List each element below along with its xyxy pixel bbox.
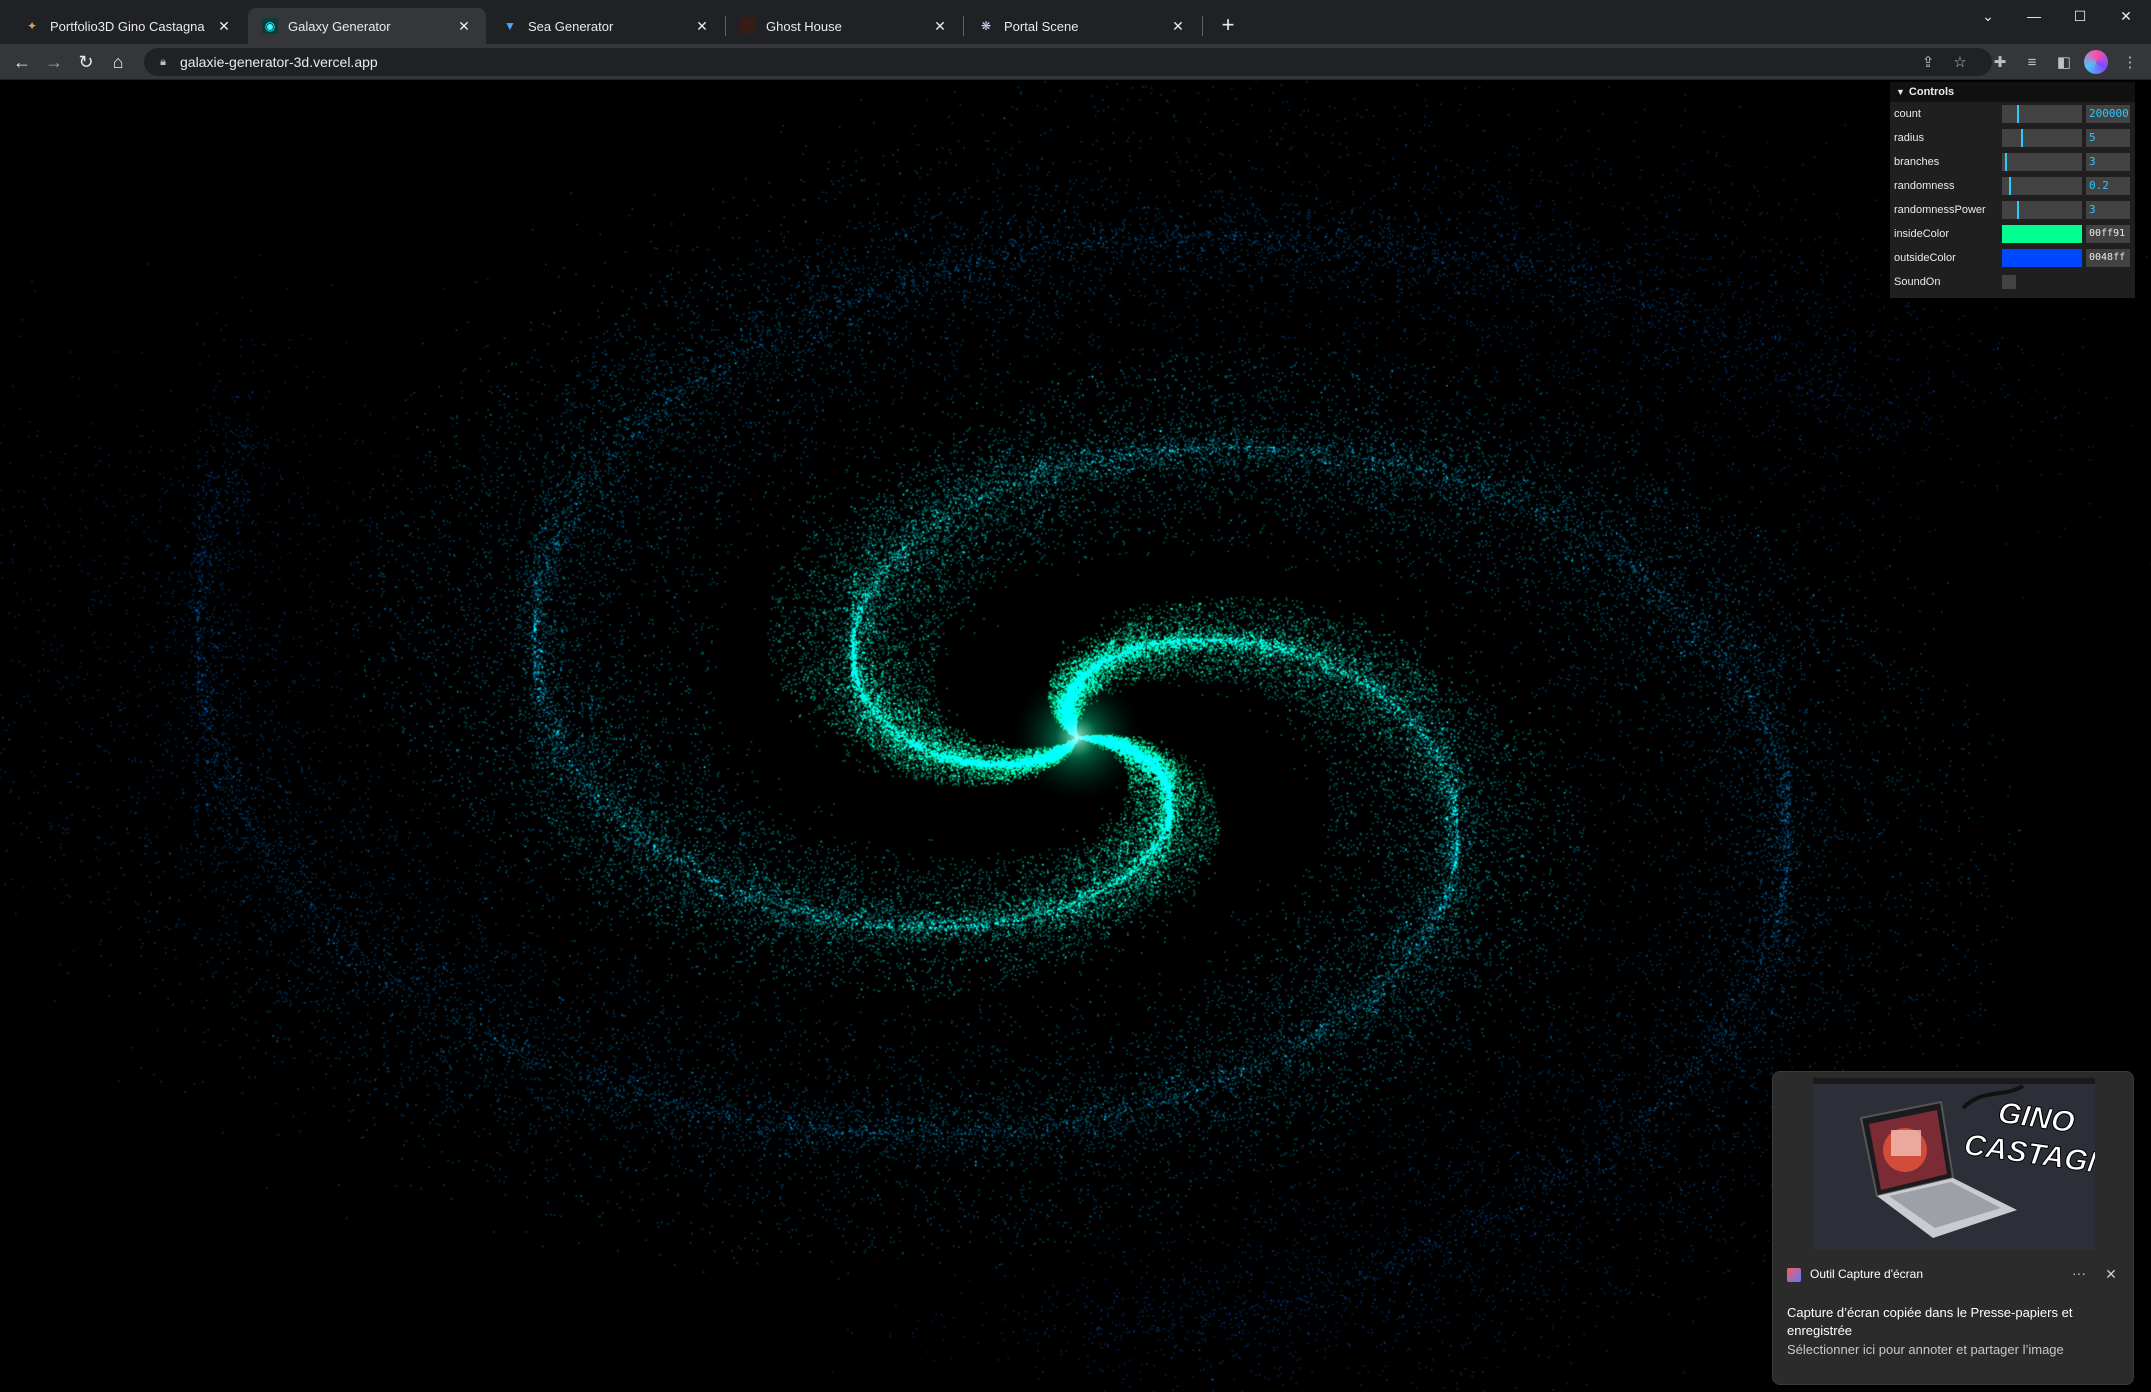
tab-ghost-house[interactable]: Ghost House ✕ [726,8,962,44]
control-randomness: randomness 0.2 [1890,174,2135,198]
tab-title: Portal Scene [1004,18,1079,34]
close-tab-icon[interactable]: ✕ [456,18,472,35]
control-label: count [1894,108,1921,120]
screenshot-preview-image[interactable]: GINO CASTAGNA [1813,1078,2095,1250]
control-label: insideColor [1894,228,1950,240]
share-icon[interactable]: ⇪ [1914,48,1942,76]
chevron-down-icon: ▼ [1896,87,1905,97]
sea-favicon-icon: ▼ [504,19,516,33]
address-bar[interactable]: 🔒︎ galaxie-generator-3d.vercel.app [144,48,1992,76]
tab-portfolio[interactable]: ✦ Portfolio3D Gino Castagna ✕ [10,8,246,44]
control-count: count 200000 [1890,102,2135,126]
control-label: SoundOn [1894,276,1941,288]
home-icon[interactable]: ⌂ [104,48,132,76]
toast-subtext: Sélectionner ici pour annoter et partage… [1787,1342,2064,1357]
randomness-power-input[interactable]: 3 [2086,201,2130,219]
radius-slider[interactable] [2002,129,2082,147]
screenshot-notification[interactable]: GINO CASTAGNA Outil Capture d'écran ··· … [1772,1071,2134,1385]
reload-icon[interactable]: ↻ [72,48,100,76]
browser-toolbar: ← → ↻ ⌂ 🔒︎ galaxie-generator-3d.vercel.a… [0,44,2151,80]
forward-arrow-icon[interactable]: → [40,48,68,76]
control-branches: branches 3 [1890,150,2135,174]
close-window-icon[interactable]: ✕ [2103,0,2149,32]
preview-thumbnail: GINO CASTAGNA [1813,1078,2095,1250]
tab-title: Ghost House [766,18,842,34]
controls-panel: ▼ Controls count 200000 radius 5 branche… [1890,82,2135,298]
minimize-icon[interactable]: — [2011,0,2057,32]
control-sound-on: SoundOn [1890,270,2135,294]
branches-input[interactable]: 3 [2086,153,2130,171]
close-tab-icon[interactable]: ✕ [1170,18,1186,35]
reading-list-icon[interactable]: ≡ [2018,48,2046,76]
control-randomness-power: randomnessPower 3 [1890,198,2135,222]
slider-thumb[interactable] [2017,201,2019,219]
tab-title: Portfolio3D Gino Castagna [50,18,205,34]
inside-color-hex-input[interactable]: 00ff91 [2086,225,2130,243]
outside-color-hex-input[interactable]: 0048ff [2086,249,2130,267]
control-outside-color: outsideColor 0048ff [1890,246,2135,270]
count-input[interactable]: 200000 [2086,105,2130,123]
controls-title: Controls [1908,86,1955,98]
snipping-tool-icon [1787,1268,1801,1282]
control-radius: radius 5 [1890,126,2135,150]
close-tab-icon[interactable]: ✕ [932,18,948,35]
galaxy-favicon-icon: ◉ [262,18,278,34]
menu-kebab-icon[interactable]: ⋮ [2116,48,2144,76]
ghost-house-favicon-icon [740,18,756,34]
tab-strip: ✦ Portfolio3D Gino Castagna ✕ ◉ Galaxy G… [0,0,2151,44]
lock-icon[interactable]: 🔒︎ [156,55,170,69]
side-panel-icon[interactable]: ◧ [2050,48,2078,76]
panel-padding [1890,294,2135,298]
slider-thumb[interactable] [2021,129,2023,147]
extensions-puzzle-icon[interactable]: ✚ [1986,48,2014,76]
maximize-icon[interactable]: ☐ [2057,0,2103,32]
toast-message: Capture d’écran copiée dans le Presse-pa… [1787,1305,2073,1338]
controls-title-bar[interactable]: ▼ Controls [1890,82,2135,102]
branches-slider[interactable] [2002,153,2082,171]
sound-on-checkbox[interactable] [2002,275,2016,289]
tab-search-chevron-icon[interactable]: ⌄ [1965,0,2011,32]
count-slider[interactable] [2002,105,2082,123]
tab-title: Galaxy Generator [288,18,391,34]
slider-thumb[interactable] [2017,105,2019,123]
portfolio-favicon-icon: ✦ [26,19,38,33]
url-text[interactable]: galaxie-generator-3d.vercel.app [180,54,378,70]
randomness-input[interactable]: 0.2 [2086,177,2130,195]
randomness-power-slider[interactable] [2002,201,2082,219]
profile-avatar[interactable] [2084,50,2108,74]
tab-separator [1202,16,1203,36]
tab-title: Sea Generator [528,18,614,34]
tab-sea-generator[interactable]: ▼ Sea Generator ✕ [488,8,724,44]
portal-favicon-icon: ❋ [980,19,992,33]
tab-galaxy-generator[interactable]: ◉ Galaxy Generator ✕ [248,8,486,44]
slider-thumb[interactable] [2009,177,2011,195]
close-tab-icon[interactable]: ✕ [216,18,232,35]
back-arrow-icon[interactable]: ← [8,48,36,76]
control-label: randomness [1894,180,1955,192]
inside-color-swatch[interactable] [2002,225,2082,243]
slider-thumb[interactable] [2005,153,2007,171]
close-tab-icon[interactable]: ✕ [694,18,710,35]
tab-portal-scene[interactable]: ❋ Portal Scene ✕ [964,8,1200,44]
new-tab-button[interactable]: + [1214,12,1242,40]
control-label: branches [1894,156,1940,168]
toast-app-name: Outil Capture d'écran [1810,1267,1924,1281]
control-inside-color: insideColor 00ff91 [1890,222,2135,246]
radius-input[interactable]: 5 [2086,129,2130,147]
outside-color-swatch[interactable] [2002,249,2082,267]
control-label: radius [1894,132,1924,144]
control-label: outsideColor [1894,252,1956,264]
bookmark-star-icon[interactable]: ☆ [1946,48,1974,76]
more-options-icon[interactable]: ··· [2067,1262,2091,1286]
close-icon[interactable]: ✕ [2099,1262,2123,1286]
control-label: randomnessPower [1894,204,1986,216]
randomness-slider[interactable] [2002,177,2082,195]
